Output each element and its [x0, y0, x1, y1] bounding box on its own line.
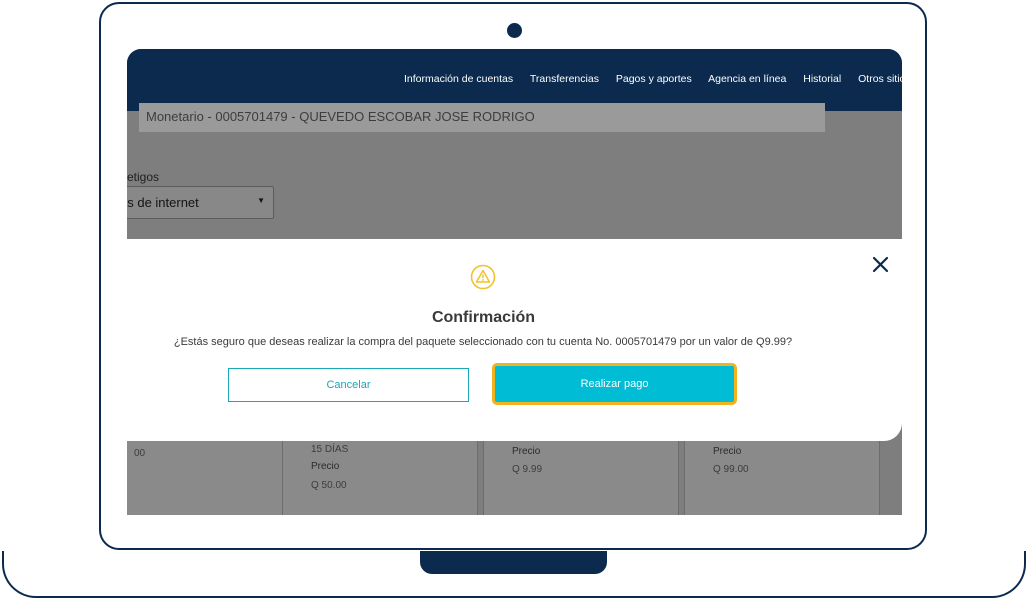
- laptop-base-notch: [420, 551, 607, 574]
- card-price-value: Q 9.99: [512, 464, 543, 475]
- card-price-value: Q 99.00: [713, 464, 749, 475]
- cancel-button[interactable]: Cancelar: [228, 368, 469, 402]
- nav-item-history[interactable]: Historial: [803, 73, 841, 85]
- card-duration: 15 DÍAS: [311, 444, 349, 455]
- warning-icon: [470, 264, 496, 295]
- category-select-value: os de internet: [127, 195, 199, 210]
- close-icon[interactable]: [871, 255, 890, 279]
- nav-item-transfers[interactable]: Transferencias: [530, 73, 599, 85]
- confirm-payment-button[interactable]: Realizar pago: [492, 363, 737, 405]
- nav-item-account-info[interactable]: Información de cuentas: [404, 73, 513, 85]
- card-price-value: Q 50.00: [311, 480, 347, 491]
- nav-menu: Información de cuentas Transferencias Pa…: [404, 73, 902, 85]
- camera-dot: [507, 23, 522, 38]
- card-price-value: 00: [134, 448, 146, 459]
- card-price-label: Precio: [713, 446, 742, 457]
- top-navbar: Información de cuentas Transferencias Pa…: [127, 49, 902, 111]
- modal-title: Confirmación: [431, 309, 536, 326]
- nav-item-other-sites[interactable]: Otros sitio: [858, 73, 902, 85]
- account-selector[interactable]: Monetario - 0005701479 - QUEVEDO ESCOBAR…: [139, 103, 825, 132]
- nav-item-online-agency[interactable]: Agencia en línea: [708, 73, 786, 85]
- category-select[interactable]: os de internet ▼: [127, 186, 274, 219]
- card-price-label: Precio: [512, 446, 541, 457]
- select-label: etigos: [127, 170, 160, 184]
- card-price-label: Precio: [311, 461, 340, 472]
- screen: Información de cuentas Transferencias Pa…: [127, 49, 902, 515]
- confirmation-modal: Confirmación ¿Estás seguro que deseas re…: [127, 239, 902, 441]
- caret-down-icon: ▼: [257, 196, 265, 205]
- modal-message: ¿Estás seguro que deseas realizar la com…: [173, 336, 793, 348]
- nav-item-payments[interactable]: Pagos y aportes: [616, 73, 692, 85]
